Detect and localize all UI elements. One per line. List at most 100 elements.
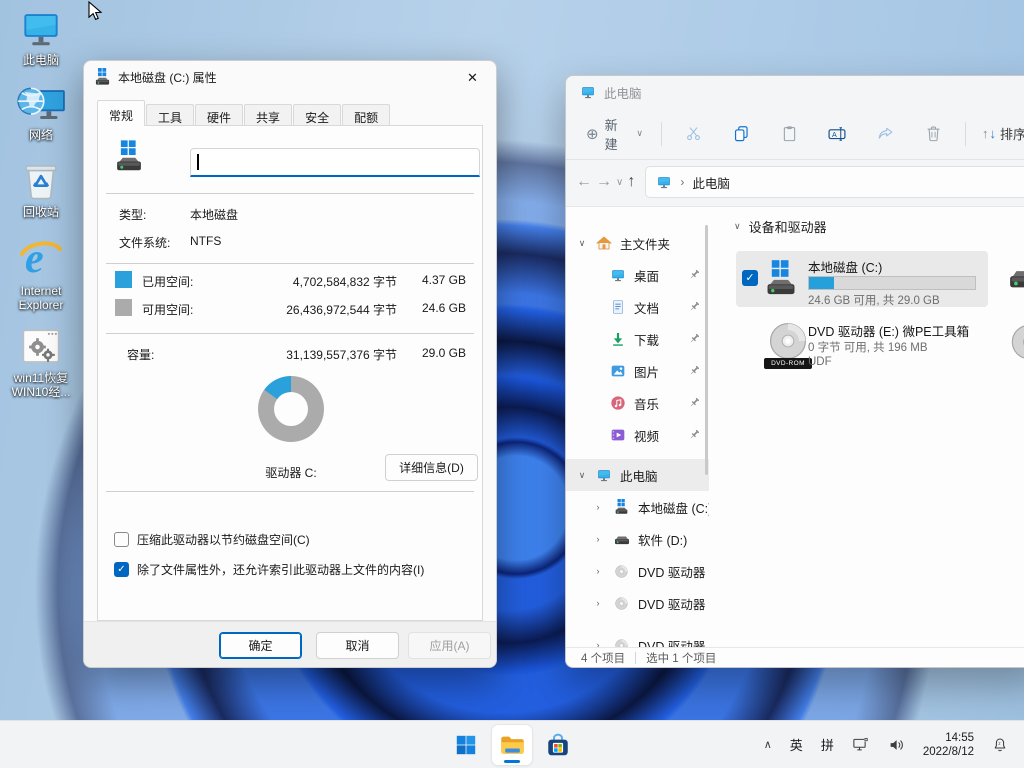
sidebar-item-downloads[interactable]: 下载 [566, 323, 709, 355]
pin-icon [688, 300, 701, 313]
free-legend-swatch [115, 299, 132, 316]
address-bar[interactable]: › 此电脑 [645, 166, 1024, 198]
dvd-e-tile[interactable]: DVD-ROM DVD 驱动器 (E:) 微PE工具箱 0 字节 可用, 共 1… [736, 315, 988, 375]
rename-button[interactable] [813, 116, 861, 152]
dvd-drive-icon [614, 596, 629, 611]
sidebar-item-videos[interactable]: 视频 [566, 419, 709, 451]
chevron-right-icon[interactable]: › [592, 640, 604, 647]
back-button[interactable]: ← [576, 166, 592, 198]
clock[interactable]: 14:55 2022/8/12 [917, 731, 980, 759]
dvd-capacity-caption: 0 字节 可用, 共 196 MB [808, 339, 928, 355]
volume-label-input[interactable] [190, 148, 480, 177]
sidebar-item-drive-d[interactable]: › 软件 (D:) [566, 523, 709, 555]
dvd-icon-partial[interactable] [1008, 321, 1024, 363]
sidebar-item-dvd-g[interactable]: › DVD 驱动器 (F:) [566, 629, 709, 647]
up-button[interactable]: ↑ [627, 166, 635, 198]
sort-button[interactable]: ↑↓ 排序 [974, 124, 1024, 143]
status-divider [635, 652, 636, 664]
chevron-down-icon[interactable]: ∨ [576, 238, 588, 249]
drive-c-usage-fill [809, 277, 834, 289]
apply-button: 应用(A) [408, 632, 491, 659]
ime-language-en[interactable]: 英 [783, 725, 810, 765]
pin-icon [688, 364, 701, 377]
separator [106, 333, 474, 334]
sidebar-item-this-pc[interactable]: ∨ 此电脑 [566, 459, 709, 491]
start-button[interactable] [446, 725, 486, 765]
dialog-titlebar[interactable]: 本地磁盘 (C:) 属性 [84, 61, 496, 93]
dvd-rom-badge: DVD-ROM [764, 358, 812, 369]
desktop-icon-internet-explorer[interactable]: Internet Explorer [6, 233, 76, 312]
new-button[interactable]: ⊕ 新建 ∨ [576, 109, 653, 159]
compress-checkbox-row[interactable]: 压缩此驱动器以节约磁盘空间(C) [114, 531, 310, 548]
sidebar-scrollbar[interactable] [705, 225, 708, 475]
forward-button[interactable]: → [596, 166, 612, 198]
new-plus-icon: ⊕ [586, 125, 599, 143]
drive-d-icon-partial[interactable] [1008, 259, 1024, 296]
tab-security[interactable]: 安全 [293, 104, 341, 126]
paste-button[interactable] [766, 116, 814, 152]
share-button[interactable] [861, 116, 909, 152]
desktop-icon-network[interactable]: 网络 [6, 81, 76, 142]
tab-sharing[interactable]: 共享 [244, 104, 292, 126]
compress-checkbox[interactable] [114, 532, 129, 547]
notification-center-button[interactable] [984, 725, 1016, 765]
desktop-icon-this-pc[interactable]: 此电脑 [6, 8, 76, 67]
status-selected-count: 选中 1 个项目 [646, 650, 716, 666]
tab-hardware[interactable]: 硬件 [195, 104, 243, 126]
breadcrumb-this-pc[interactable]: 此电脑 [692, 173, 730, 192]
home-icon [596, 235, 612, 251]
network-tray-button[interactable] [845, 725, 877, 765]
speaker-icon [888, 736, 906, 754]
drive-c-tile[interactable]: ✓ 本地磁盘 (C:) 24.6 GB 可用, 共 29.0 GB [736, 251, 988, 307]
ok-button[interactable]: 确定 [219, 632, 302, 659]
tab-quota[interactable]: 配额 [342, 104, 390, 126]
sidebar-item-dvd-e[interactable]: › DVD 驱动器 (E [566, 555, 709, 587]
volume-tray-button[interactable] [881, 725, 913, 765]
downloads-icon [610, 331, 626, 347]
clock-date: 2022/8/12 [923, 745, 974, 759]
sidebar-item-documents[interactable]: 文档 [566, 291, 709, 323]
sidebar-item-home[interactable]: ∨ 主文件夹 [566, 227, 709, 259]
cut-button[interactable] [670, 116, 718, 152]
paste-icon [780, 124, 799, 143]
taskbar-store-button[interactable] [538, 725, 578, 765]
tab-tools[interactable]: 工具 [146, 104, 194, 126]
desktop-icon-win11-recovery[interactable]: win11恢复 WIN10经... [6, 326, 76, 399]
sidebar-item-desktop[interactable]: 桌面 [566, 259, 709, 291]
tab-general[interactable]: 常规 [97, 100, 145, 126]
free-space-bytes: 26,436,972,544 字节 [286, 301, 397, 318]
ime-language-pinyin[interactable]: 拼 [814, 725, 841, 765]
chevron-right-icon[interactable]: › [592, 534, 604, 544]
close-button[interactable]: ✕ [450, 62, 495, 93]
desktop-icon-recycle-bin[interactable]: 回收站 [6, 156, 76, 219]
index-checkbox-row[interactable]: ✓ 除了文件属性外，还允许索引此驱动器上文件的内容(I) [114, 561, 424, 578]
sidebar-item-drive-c[interactable]: › 本地磁盘 (C:) [566, 491, 709, 523]
separator [106, 193, 474, 194]
drive-usage-bar [808, 276, 976, 290]
sidebar-item-music[interactable]: 音乐 [566, 387, 709, 419]
delete-button[interactable] [909, 116, 957, 152]
file-explorer-icon [499, 731, 526, 758]
details-button[interactable]: 详细信息(D) [385, 454, 478, 481]
share-icon [876, 124, 895, 143]
free-space-size: 24.6 GB [422, 301, 466, 315]
explorer-statusbar: 4 个项目 选中 1 个项目 [566, 647, 1024, 667]
selection-checkbox[interactable]: ✓ [742, 270, 758, 286]
cancel-button[interactable]: 取消 [316, 632, 399, 659]
chevron-right-icon[interactable]: › [592, 566, 604, 576]
chevron-right-icon[interactable]: › [592, 598, 604, 608]
taskbar-file-explorer-button[interactable] [492, 725, 532, 765]
sidebar-item-pictures[interactable]: 图片 [566, 355, 709, 387]
copy-button[interactable] [718, 116, 766, 152]
explorer-body: ∨ 主文件夹 桌面 文档 下载 图片 [566, 206, 1024, 647]
dvd-filesystem-caption: UDF [808, 356, 832, 368]
chevron-right-icon[interactable]: › [592, 502, 604, 512]
dialog-tab-strip: 常规 工具 硬件 共享 安全 配额 [97, 102, 391, 126]
explorer-titlebar[interactable]: 此电脑 [566, 76, 1024, 108]
group-header-devices[interactable]: ∨ 设备和驱动器 [734, 217, 827, 236]
tray-overflow-button[interactable]: ∧ [757, 725, 779, 765]
sidebar-item-dvd-f[interactable]: › DVD 驱动器 (F [566, 587, 709, 619]
chevron-down-icon[interactable]: ∨ [576, 470, 588, 481]
history-dropdown-button[interactable]: ∨ [616, 166, 623, 198]
index-checkbox[interactable]: ✓ [114, 562, 129, 577]
